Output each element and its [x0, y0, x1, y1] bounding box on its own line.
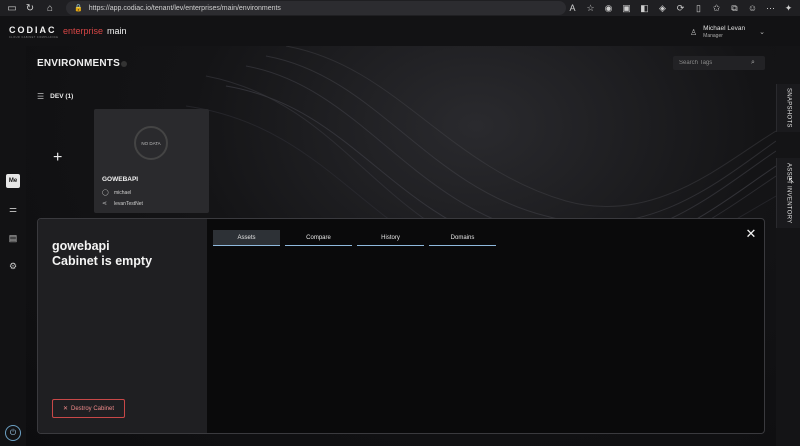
lock-icon: 🔒 [74, 5, 83, 12]
user-role: Manager [703, 32, 723, 39]
search-icon[interactable]: ⌕ [751, 59, 755, 67]
left-sidebar: Me ⚌ ▤ ⚙ ⏻ [0, 46, 26, 446]
tab-compare[interactable]: Compare [285, 230, 352, 246]
browser-actions: A ☆ ◉ ▣ ◧ ◈ ⟳ ▯ ✩ ⧉ ☺ ⋯ ✦ [567, 0, 794, 16]
destroy-cabinet-button[interactable]: ✕ Destroy Cabinet [52, 399, 125, 418]
environment-label: DEV (1) [50, 93, 74, 100]
cabinet-modal: gowebapi Cabinet is empty ✕ Destroy Cabi… [37, 218, 765, 434]
extension-icon[interactable]: ◧ [639, 3, 650, 14]
copilot-icon[interactable]: ✦ [783, 3, 794, 14]
home-icon[interactable]: ⌂ [42, 0, 58, 16]
app-root: ▭ ↻ ⌂ 🔒 https://app.codiac.io/tenant/lev… [0, 0, 800, 446]
environment-group[interactable]: ☰ DEV (1) [37, 92, 73, 101]
filter-icon[interactable]: ☰ [37, 92, 44, 101]
no-data-indicator: NO DATA [134, 126, 168, 160]
cabinet-title: GOWEBAPI [102, 176, 139, 183]
mouse-cursor-icon: ↖ [788, 176, 795, 185]
power-icon[interactable]: ⏻ [5, 425, 21, 441]
extension-icon[interactable]: ◉ [603, 3, 614, 14]
cabinet-card[interactable]: NO DATA GOWEBAPI ◯ michael ⋖ levanTestNe… [94, 109, 209, 213]
status-dot [121, 61, 127, 67]
logo-tagline: CLOUD CABINET COMPLIANCE [9, 36, 59, 39]
page-title: ENVIRONMENTS [37, 58, 120, 69]
extension-icon[interactable]: ▣ [621, 3, 632, 14]
browser-toolbar: ▭ ↻ ⌂ 🔒 https://app.codiac.io/tenant/lev… [0, 0, 800, 16]
tab-assets[interactable]: Assets [213, 230, 280, 246]
tab-domains[interactable]: Domains [429, 230, 496, 246]
favorite-star-icon[interactable]: ☆ [585, 3, 596, 14]
destroy-cabinet-label: Destroy Cabinet [71, 405, 115, 412]
refresh-icon[interactable]: ↻ [22, 0, 38, 16]
tab-history[interactable]: History [357, 230, 424, 246]
sliders-icon[interactable]: ⚌ [6, 202, 20, 216]
user-icon: ♙ [690, 27, 698, 37]
modal-title: gowebapi Cabinet is empty [52, 239, 152, 269]
search-input[interactable] [679, 60, 751, 66]
owner-name: michael [114, 189, 132, 196]
network-name: levanTestNet [114, 200, 143, 207]
tab-asset-inventory-label: ASSET INVENTORY [785, 162, 792, 224]
address-bar[interactable]: 🔒 https://app.codiac.io/tenant/lev/enter… [66, 1, 566, 15]
enterprise-label[interactable]: enterprise [63, 26, 103, 36]
user-name: Michael Levan [703, 24, 746, 32]
add-cabinet-button[interactable]: + [53, 150, 62, 166]
modal-sidebar: gowebapi Cabinet is empty ✕ Destroy Cabi… [38, 219, 207, 433]
cabinet-owner: ◯ michael [102, 189, 132, 197]
tab-asset-inventory[interactable]: ASSET INVENTORY [776, 158, 800, 228]
me-button[interactable]: Me [6, 174, 20, 188]
user-menu[interactable]: ♙ Michael Levan Manager ⌄ [690, 22, 765, 42]
gear-icon[interactable]: ⚙ [6, 259, 20, 273]
cabinet-network: ⋖ levanTestNet [102, 200, 143, 208]
more-icon[interactable]: ⋯ [765, 3, 776, 14]
close-icon: ✕ [62, 406, 68, 412]
space-label[interactable]: main [107, 26, 127, 36]
extension-icon[interactable]: ◈ [657, 3, 668, 14]
split-screen-icon[interactable]: ▯ [693, 3, 704, 14]
cabinet-status: Cabinet is empty [52, 254, 153, 268]
cabinet-icon[interactable]: ▤ [6, 231, 20, 245]
modal-tabs: Assets Compare History Domains [213, 230, 496, 246]
app-header: CODIAC CLOUD CABINET COMPLIANCE enterpri… [0, 16, 800, 46]
tab-snapshots-label: SNAPSHOTS [785, 88, 792, 128]
search-box[interactable]: ⌕ [673, 56, 765, 70]
tab-snapshots[interactable]: SNAPSHOTS [776, 84, 800, 132]
cabinet-name: gowebapi [52, 239, 110, 253]
url-text: https://app.codiac.io/tenant/lev/enterpr… [88, 4, 281, 12]
chevron-down-icon[interactable]: ⌄ [759, 28, 765, 36]
logo[interactable]: CODIAC [9, 25, 57, 35]
modal-close-button[interactable]: ✕ [744, 227, 758, 241]
read-aloud-icon[interactable]: A [567, 3, 578, 13]
right-sidebar: SNAPSHOTS ASSET INVENTORY [776, 46, 800, 446]
share-icon: ⋖ [102, 201, 108, 207]
favorites-icon[interactable]: ✩ [711, 3, 722, 14]
extension-icon[interactable]: ⟳ [675, 3, 686, 14]
collections-icon[interactable]: ⧉ [729, 3, 740, 14]
profile-icon[interactable]: ☺ [747, 3, 758, 13]
user-icon: ◯ [102, 190, 109, 196]
panel-icon[interactable]: ▭ [4, 0, 20, 16]
